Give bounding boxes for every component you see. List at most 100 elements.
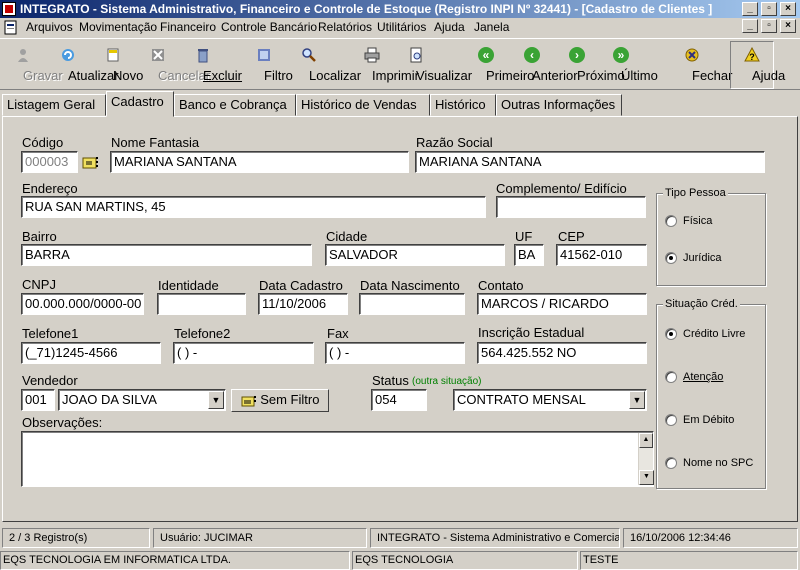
menu-utilitarios[interactable]: Utilitários xyxy=(377,20,426,35)
menu-arquivos[interactable]: Arquivos xyxy=(26,20,73,35)
data-cadastro-field[interactable]: 11/10/2006 xyxy=(258,293,348,315)
data-nascimento-field[interactable] xyxy=(359,293,465,315)
anterior-button[interactable]: ‹ Anterior xyxy=(512,47,578,83)
bairro-field[interactable]: BARRA xyxy=(21,244,312,266)
printer-icon xyxy=(364,47,380,63)
identidade-label: Identidade xyxy=(158,278,219,293)
child-close-button[interactable]: × xyxy=(780,19,796,33)
cnpj-field[interactable]: 00.000.000/0000-00 xyxy=(21,293,144,315)
status-codigo-field[interactable]: 054 xyxy=(371,389,427,411)
scroll-up-icon[interactable]: ▲ xyxy=(639,433,653,448)
radio-nome-spc[interactable]: Nome no SPC xyxy=(665,457,753,470)
ultimo-button[interactable]: » Último xyxy=(604,47,658,83)
ajuda-button[interactable]: ? Ajuda xyxy=(730,41,785,89)
novo-button[interactable]: Novo xyxy=(98,47,143,83)
codigo-field[interactable]: 000003 xyxy=(21,151,78,173)
menu-ajuda[interactable]: Ajuda xyxy=(434,20,465,35)
proximo-button[interactable]: › Próximo xyxy=(556,47,625,83)
imprimir-button[interactable]: Imprimir xyxy=(352,47,419,83)
next-record-icon: › xyxy=(569,47,585,63)
endereco-label: Endereço xyxy=(22,181,78,196)
uf-label: UF xyxy=(515,229,533,244)
radio-credito-livre[interactable]: Crédito Livre xyxy=(665,328,745,341)
atualizar-button[interactable]: Atualizar xyxy=(46,47,119,83)
gravar-button[interactable]: Gravar xyxy=(6,47,63,83)
excluir-button[interactable]: Excluir xyxy=(186,47,242,83)
person-icon xyxy=(18,49,28,62)
cidade-field[interactable]: SALVADOR xyxy=(325,244,505,266)
menu-janela[interactable]: Janela xyxy=(474,20,509,35)
minimize-button[interactable]: _ xyxy=(742,2,758,16)
status-datahora: 16/10/2006 12:34:46 xyxy=(623,528,798,548)
svg-text:?: ? xyxy=(749,52,755,62)
localizar-button[interactable]: Localizar xyxy=(286,47,361,83)
chevron-down-icon[interactable]: ▼ xyxy=(208,391,224,409)
vendedor-label: Vendedor xyxy=(22,373,78,388)
previous-record-icon: ‹ xyxy=(524,47,540,63)
cnpj-label: CNPJ xyxy=(22,277,56,292)
radio-juridica[interactable]: Jurídica xyxy=(665,252,722,265)
status-select[interactable]: CONTRATO MENSAL ▼ xyxy=(453,389,647,411)
tab-historico-vendas[interactable]: Histórico de Vendas xyxy=(296,94,430,116)
radio-fisica[interactable]: Física xyxy=(665,215,712,228)
radio-em-debito[interactable]: Em Débito xyxy=(665,414,734,427)
menu-movimentacao[interactable]: Movimentação xyxy=(79,20,157,35)
telefone1-field[interactable]: (_71)1245-4566 xyxy=(21,342,161,364)
menu-bar: Arquivos Movimentação Financeiro Control… xyxy=(0,18,800,37)
menu-financeiro[interactable]: Financeiro xyxy=(160,20,216,35)
vendedor-select-value: JOAO DA SILVA xyxy=(62,392,157,407)
radio-atencao[interactable]: Atenção xyxy=(665,371,723,384)
restore-button[interactable]: ▫ xyxy=(761,2,777,16)
last-record-icon: » xyxy=(613,47,629,63)
observacoes-scrollbar[interactable]: ▲ ▼ xyxy=(638,433,654,485)
telefone2-field[interactable]: ( ) - xyxy=(173,342,314,364)
document-icon[interactable] xyxy=(3,20,19,35)
contato-field[interactable]: MARCOS / RICARDO xyxy=(477,293,647,315)
uf-field[interactable]: BA xyxy=(514,244,544,266)
fechar-button[interactable]: Fechar xyxy=(673,47,732,83)
cancelar-button[interactable]: Cancelar xyxy=(135,47,210,83)
cep-label: CEP xyxy=(558,229,585,244)
tab-cadastro[interactable]: Cadastro xyxy=(106,91,174,117)
vendedor-select[interactable]: JOAO DA SILVA ▼ xyxy=(58,389,226,411)
menu-relatorios[interactable]: Relatórios xyxy=(318,20,372,35)
endereco-field[interactable]: RUA SAN MARTINS, 45 xyxy=(21,196,486,218)
new-document-icon xyxy=(107,48,119,62)
filter-icon xyxy=(258,49,270,61)
filtro-button[interactable]: Filtro xyxy=(251,47,293,83)
radio-selected-icon xyxy=(665,252,677,265)
razao-social-field[interactable]: MARIANA SANTANA xyxy=(415,151,765,173)
toolbar: Gravar Atualizar Novo Cancelar Excluir F… xyxy=(0,38,800,90)
codigo-label: Código xyxy=(22,135,64,150)
observacoes-textarea[interactable] xyxy=(21,431,654,487)
status-usuario: Usuário: JUCIMAR xyxy=(153,528,367,548)
menu-controle-bancario[interactable]: Controle Bancário xyxy=(221,20,317,35)
inscricao-field[interactable]: 564.425.552 NO xyxy=(477,342,647,364)
chevron-down-icon[interactable]: ▼ xyxy=(629,391,645,409)
visualizar-button[interactable]: Visualizar xyxy=(392,47,472,83)
cep-field[interactable]: 41562-010 xyxy=(556,244,647,266)
company-bar: EQS TECNOLOGIA EM INFORMATICA LTDA. EQS … xyxy=(0,551,800,570)
nome-fantasia-field[interactable]: MARIANA SANTANA xyxy=(110,151,409,173)
child-restore-button[interactable]: ▫ xyxy=(761,19,777,33)
radio-selected-icon xyxy=(665,328,677,341)
child-minimize-button[interactable]: _ xyxy=(742,19,758,33)
app-icon[interactable] xyxy=(2,2,16,16)
tab-listagem-geral[interactable]: Listagem Geral xyxy=(2,94,106,116)
fax-field[interactable]: ( ) - xyxy=(325,342,465,364)
search-hand-icon[interactable] xyxy=(82,155,100,170)
primeiro-button[interactable]: « Primeiro xyxy=(466,47,534,83)
status-label: Status xyxy=(372,373,409,388)
nome-fantasia-label: Nome Fantasia xyxy=(111,135,200,150)
data-nascimento-label: Data Nascimento xyxy=(360,278,460,293)
identidade-field[interactable] xyxy=(157,293,246,315)
complemento-field[interactable] xyxy=(496,196,646,218)
tab-outras-informacoes[interactable]: Outras Informações xyxy=(496,94,622,116)
vendedor-codigo-field[interactable]: 001 xyxy=(21,389,55,411)
tab-banco-cobranca[interactable]: Banco e Cobrança xyxy=(174,94,296,116)
scroll-down-icon[interactable]: ▼ xyxy=(639,470,654,485)
sem-filtro-button[interactable]: Sem Filtro xyxy=(231,389,329,412)
close-button[interactable]: × xyxy=(780,2,796,16)
contato-label: Contato xyxy=(478,278,524,293)
tab-historico[interactable]: Histórico xyxy=(430,94,496,116)
